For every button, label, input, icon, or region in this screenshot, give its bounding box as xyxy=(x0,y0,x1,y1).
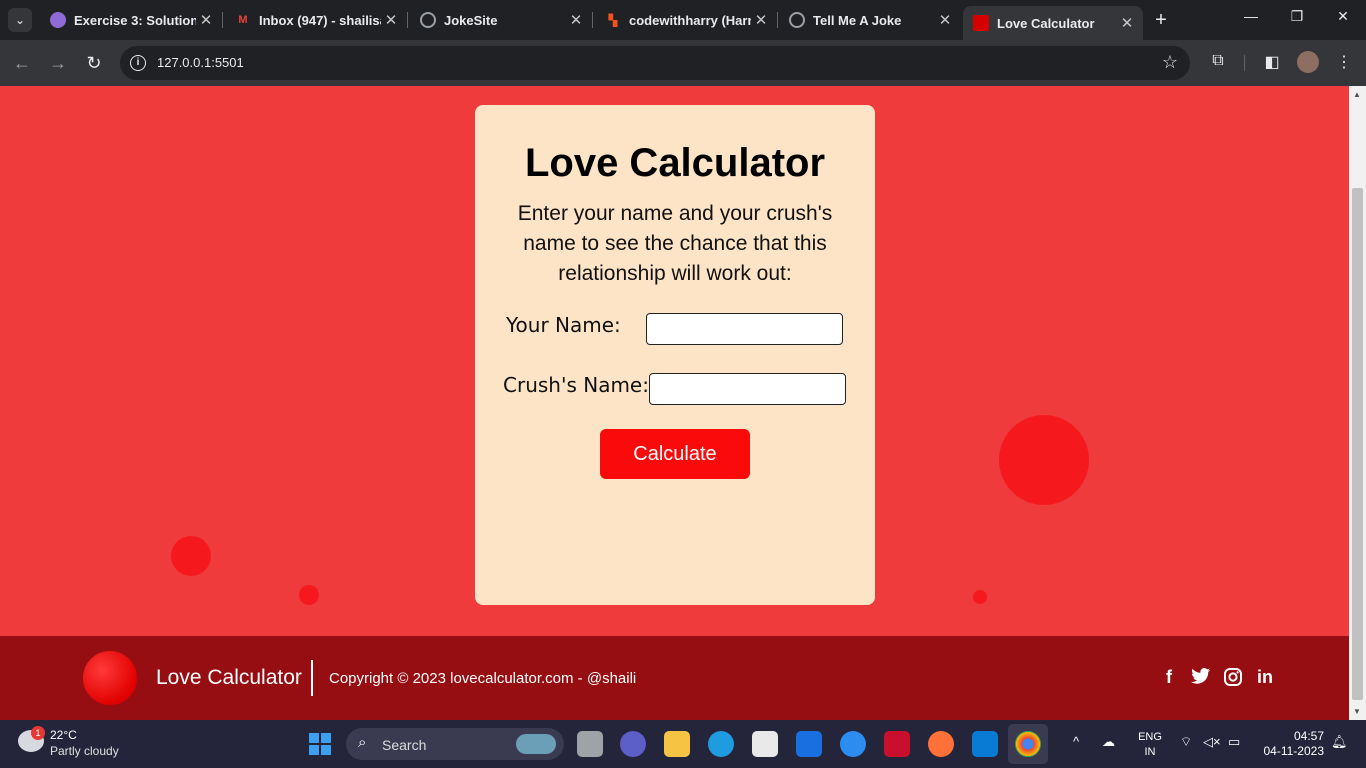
your-name-label: Your Name: xyxy=(506,313,621,337)
search-icon: ⌕ xyxy=(358,734,367,751)
footer-brand: Love Calculator xyxy=(156,666,302,689)
battery-icon[interactable]: ▭ xyxy=(1228,734,1240,750)
decorative-bubble xyxy=(171,536,211,576)
side-panel-icon[interactable]: ◧ xyxy=(1261,52,1283,72)
close-icon[interactable]: ✕ xyxy=(196,11,216,29)
scroll-down-arrow-icon[interactable]: ▼ xyxy=(1353,707,1361,716)
edge-browser-icon[interactable] xyxy=(708,731,734,757)
wifi-icon[interactable]: ⌔ xyxy=(1180,734,1192,750)
menu-kebab-icon[interactable]: ⋮ xyxy=(1333,52,1355,72)
tab-favicon-icon xyxy=(50,12,66,28)
site-footer: Love Calculator Copyright © 2023 lovecal… xyxy=(0,636,1349,720)
your-name-input[interactable] xyxy=(646,313,843,345)
firefox-icon[interactable] xyxy=(928,731,954,757)
new-tab-plus-icon[interactable]: + xyxy=(1150,9,1172,32)
tab-codewithharry[interactable]: ▚ codewithharry (Harr ✕ xyxy=(595,6,777,34)
weather-description[interactable]: Partly cloudy xyxy=(50,744,119,758)
page-scrollbar[interactable]: ▲ ▼ xyxy=(1349,86,1366,720)
window-close-icon[interactable]: ✕ xyxy=(1328,8,1358,25)
windows-taskbar: 1 22°C Partly cloudy ⌕ Search ^ ☁ ENG IN… xyxy=(0,720,1366,768)
minimize-icon[interactable]: — xyxy=(1236,8,1266,24)
windows-start-icon[interactable] xyxy=(309,733,331,755)
bookmark-star-icon[interactable]: ☆ xyxy=(1162,52,1178,73)
page-viewport: Love Calculator Enter your name and your… xyxy=(0,86,1349,720)
tab-separator xyxy=(592,12,593,28)
instagram-icon[interactable] xyxy=(1221,667,1245,692)
linkedin-icon[interactable]: in xyxy=(1253,667,1277,688)
tray-chevron-up-icon[interactable]: ^ xyxy=(1073,734,1079,749)
extensions-puzzle-icon[interactable]: ⧉ xyxy=(1207,52,1229,70)
myhp-icon[interactable] xyxy=(796,731,822,757)
language-indicator[interactable]: ENG IN xyxy=(1138,730,1162,760)
forward-arrow-icon[interactable]: → xyxy=(46,51,70,75)
close-icon[interactable]: ✕ xyxy=(935,11,955,29)
decorative-bubble xyxy=(999,415,1089,505)
region-code: IN xyxy=(1144,746,1156,758)
tab-love-calculator[interactable]: Love Calculator ✕ xyxy=(963,6,1143,40)
address-bar[interactable]: i 127.0.0.1:5501 ☆ xyxy=(120,46,1190,80)
weather-badge: 1 xyxy=(31,726,45,740)
profile-avatar[interactable] xyxy=(1297,51,1319,73)
decorative-bubble xyxy=(299,585,319,605)
tab-favicon-icon xyxy=(973,15,989,31)
globe-icon xyxy=(789,12,805,28)
facebook-icon[interactable]: f xyxy=(1157,667,1181,688)
description-text: Enter your name and your crush's name to… xyxy=(517,202,833,285)
speaker-muted-icon[interactable]: ◁× xyxy=(1203,734,1221,750)
help-icon[interactable] xyxy=(840,731,866,757)
weather-temperature[interactable]: 22°C xyxy=(50,728,77,742)
file-explorer-icon[interactable] xyxy=(664,731,690,757)
language-code: ENG xyxy=(1138,731,1162,743)
reload-icon[interactable]: ↻ xyxy=(82,51,106,75)
mcafee-icon[interactable] xyxy=(884,731,910,757)
footer-divider xyxy=(311,660,313,696)
taskbar-search-label: Search xyxy=(382,737,427,753)
clock-time: 04:57 xyxy=(1293,729,1324,743)
globe-icon xyxy=(420,12,436,28)
notification-bell-icon[interactable]: 🔔︎ xyxy=(1331,734,1348,750)
chrome-icon[interactable] xyxy=(1015,731,1041,757)
tab-separator xyxy=(222,12,223,28)
calculator-card: Love Calculator Enter your name and your… xyxy=(475,105,875,605)
scroll-up-arrow-icon[interactable]: ▲ xyxy=(1353,90,1361,99)
decorative-bubble xyxy=(973,590,987,604)
crush-name-input[interactable] xyxy=(649,373,846,405)
twitter-icon[interactable] xyxy=(1189,667,1213,690)
gmail-icon: M xyxy=(238,14,248,26)
tab-exercise[interactable]: Exercise 3: Solution & ✕ xyxy=(40,6,222,34)
close-icon[interactable]: ✕ xyxy=(1117,14,1137,32)
site-info-icon[interactable]: i xyxy=(130,55,146,71)
url-text[interactable]: 127.0.0.1:5501 xyxy=(157,55,244,70)
codewithharry-icon: ▚ xyxy=(608,14,618,27)
tab-separator xyxy=(777,12,778,28)
tab-tell-me-a-joke[interactable]: Tell Me A Joke ✕ xyxy=(779,6,961,34)
teams-chat-icon[interactable] xyxy=(620,731,646,757)
system-clock[interactable]: 04:57 04-11-2023 xyxy=(1258,729,1325,759)
heart-logo-icon xyxy=(83,651,137,705)
footer-copyright: Copyright © 2023 lovecalculator.com - @s… xyxy=(329,670,637,687)
close-icon[interactable]: ✕ xyxy=(566,11,586,29)
toolbar-divider xyxy=(1244,55,1245,71)
back-arrow-icon[interactable]: ← xyxy=(10,51,34,75)
search-highlight-icon xyxy=(516,734,556,754)
onedrive-cloud-icon[interactable]: ☁ xyxy=(1102,734,1115,750)
vscode-icon[interactable] xyxy=(972,731,998,757)
taskbar-search[interactable]: ⌕ Search xyxy=(346,728,564,760)
tab-inbox[interactable]: M Inbox (947) - shailisa ✕ xyxy=(225,6,407,34)
task-view-icon[interactable] xyxy=(577,731,603,757)
calculate-button[interactable]: Calculate xyxy=(600,429,750,479)
browser-tab-strip: ⌄ Exercise 3: Solution & ✕ M Inbox (947)… xyxy=(0,0,1366,40)
close-icon[interactable]: ✕ xyxy=(751,11,771,29)
browser-toolbar: ← → ↻ i 127.0.0.1:5501 ☆ ⧉ ◧ ⋮ xyxy=(0,40,1366,86)
clock-date: 04-11-2023 xyxy=(1263,744,1325,758)
tab-jokesite[interactable]: JokeSite ✕ xyxy=(410,6,592,34)
tab-search-chevron-icon[interactable]: ⌄ xyxy=(8,8,32,32)
scrollbar-thumb[interactable] xyxy=(1352,188,1363,700)
close-icon[interactable]: ✕ xyxy=(381,11,401,29)
restore-icon[interactable]: ❐ xyxy=(1282,8,1312,25)
page-title: Love Calculator xyxy=(524,141,826,185)
tab-separator xyxy=(407,12,408,28)
crush-name-label: Crush's Name: xyxy=(503,373,649,397)
microsoft-store-icon[interactable] xyxy=(752,731,778,757)
